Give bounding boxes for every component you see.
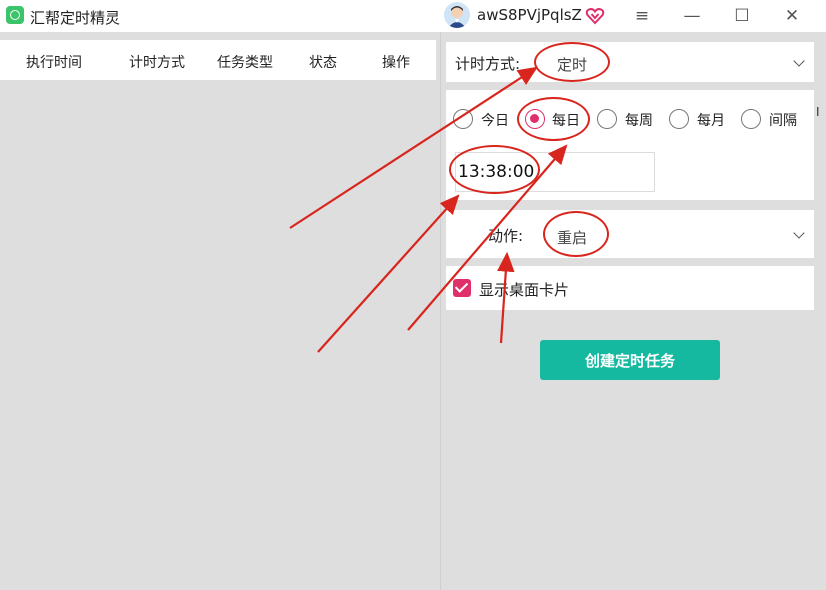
create-task-button[interactable]: 创建定时任务: [540, 340, 720, 380]
app-window: 汇帮定时精灵 awS8PVjPqlsZ ≡ — ☐ ✕ 执行时间 计时方式 任务…: [0, 0, 826, 590]
radio-label-interval[interactable]: 间隔: [769, 110, 797, 130]
menu-icon[interactable]: ≡: [628, 4, 656, 28]
task-table-body: [0, 80, 440, 590]
radio-today[interactable]: [453, 109, 473, 129]
radio-label-monthly[interactable]: 每月: [697, 110, 725, 130]
app-title: 汇帮定时精灵: [30, 9, 121, 27]
title-bar: 汇帮定时精灵 awS8PVjPqlsZ ≡ — ☐ ✕: [0, 0, 826, 32]
vip-heart-icon[interactable]: [585, 6, 605, 26]
task-table-header: 执行时间 计时方式 任务类型 状态 操作: [0, 40, 436, 80]
panel-divider: [440, 32, 441, 590]
close-button[interactable]: ✕: [778, 4, 806, 28]
action-label: 动作:: [488, 227, 524, 245]
radio-weekly[interactable]: [597, 109, 617, 129]
username[interactable]: awS8PVjPqlsZ: [477, 6, 582, 24]
annotation-ellipse-time: [449, 145, 540, 194]
user-avatar-icon[interactable]: [444, 2, 470, 28]
radio-interval[interactable]: [741, 109, 761, 129]
timing-mode-label: 计时方式:: [455, 55, 521, 73]
column-header-task-type[interactable]: 任务类型: [217, 52, 273, 72]
column-header-exec-time[interactable]: 执行时间: [26, 52, 82, 72]
edge-fragment: I: [816, 105, 820, 119]
show-desktop-card-checkbox[interactable]: [453, 279, 471, 297]
radio-monthly[interactable]: [669, 109, 689, 129]
column-header-actions[interactable]: 操作: [382, 52, 410, 72]
alarm-clock-icon: [6, 6, 24, 24]
annotation-ellipse-timing: [534, 42, 610, 82]
radio-label-weekly[interactable]: 每周: [625, 110, 653, 130]
maximize-button[interactable]: ☐: [728, 4, 756, 28]
minimize-button[interactable]: —: [678, 4, 706, 28]
annotation-ellipse-daily: [517, 97, 590, 141]
column-header-status[interactable]: 状态: [309, 52, 337, 72]
annotation-ellipse-action: [543, 211, 609, 257]
show-desktop-card-label[interactable]: 显示桌面卡片: [479, 279, 569, 300]
column-header-timing-mode[interactable]: 计时方式: [129, 52, 185, 72]
radio-label-today[interactable]: 今日: [481, 110, 509, 130]
